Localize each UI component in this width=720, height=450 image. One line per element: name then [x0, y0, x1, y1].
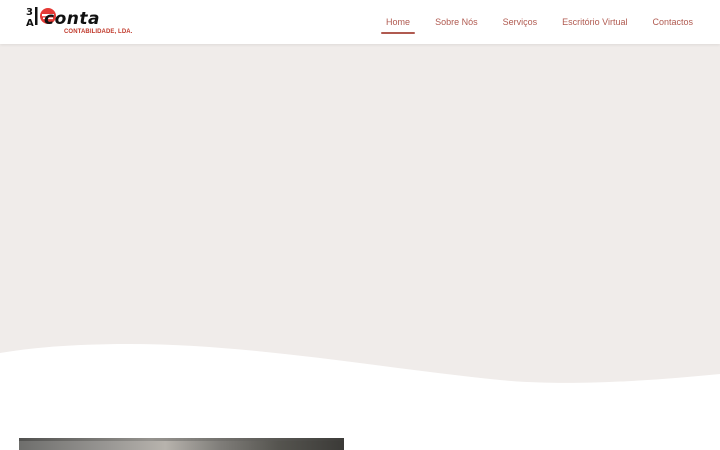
nav-item-sobre-nos[interactable]: Sobre Nós	[430, 0, 483, 44]
nav-item-home[interactable]: Home	[381, 0, 416, 44]
hero-wave-background	[0, 44, 720, 383]
nav-item-contactos[interactable]: Contactos	[647, 0, 698, 44]
content-photo	[19, 438, 344, 450]
logo-subtitle: CONTABILIDADE, LDA.	[64, 29, 133, 35]
nav-item-servicos[interactable]: Serviços	[498, 0, 543, 44]
main-nav: Home Sobre Nós Serviços Escritório Virtu…	[366, 0, 698, 44]
site-header: 3 A conta CONTABILIDADE, LDA. Home Sobre…	[0, 0, 720, 44]
logo-wordmark: conta	[44, 9, 100, 29]
nav-item-escritorio-virtual[interactable]: Escritório Virtual	[557, 0, 632, 44]
svg-text:3: 3	[26, 7, 33, 18]
hero-banner	[0, 44, 720, 384]
svg-text:A: A	[26, 18, 34, 29]
company-logo[interactable]: 3 A conta CONTABILIDADE, LDA.	[26, 4, 133, 40]
